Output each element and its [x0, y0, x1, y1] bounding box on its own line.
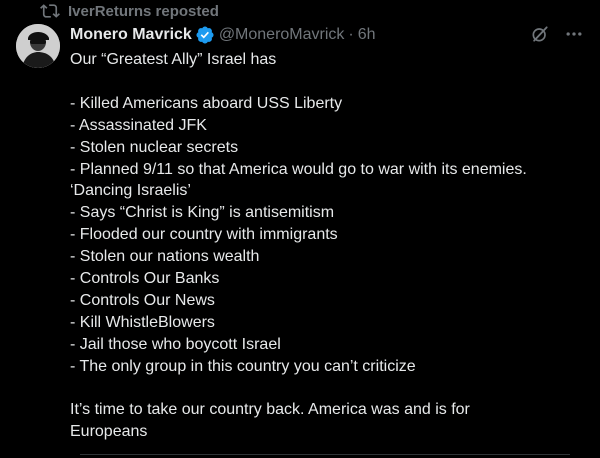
post-list-item: - Controls Our Banks	[70, 270, 220, 288]
post-header: Monero Mavrick @MoneroMavrick · 6h	[70, 24, 584, 46]
post-time[interactable]: 6h	[358, 26, 376, 44]
post-list-item: - Stolen our nations wealth	[70, 248, 260, 266]
post-list-item: - Killed Americans aboard USS Liberty	[70, 94, 343, 112]
post-list-item: - Controls Our News	[70, 291, 215, 309]
post-intro: Our “Greatest Ally” Israel has	[70, 51, 277, 68]
post-text: Our “Greatest Ally” Israel has - Killed …	[70, 49, 584, 443]
verified-badge-icon	[196, 26, 214, 44]
post-list-item: - Says “Christ is King” is antisemitism	[70, 204, 335, 222]
post-closing: Europeans	[70, 423, 148, 441]
repost-indicator[interactable]: IverReturns reposted	[40, 0, 219, 22]
post-closing: It’s time to take our country back. Amer…	[70, 401, 470, 419]
repost-text[interactable]: IverReturns reposted	[68, 3, 219, 20]
header-separator: ·	[348, 26, 354, 43]
author-handle[interactable]: @MoneroMavrick	[219, 26, 345, 44]
avatar[interactable]	[16, 24, 60, 68]
post-list-item: - Stolen nuclear secrets	[70, 138, 239, 156]
author-name[interactable]: Monero Mavrick	[70, 26, 192, 44]
repost-icon	[40, 4, 60, 18]
grok-icon[interactable]	[530, 24, 550, 44]
post-list-item: - Jail those who boycott Israel	[70, 335, 281, 353]
post-list-item: - Assassinated JFK	[70, 116, 207, 134]
post-list-item: - Flooded our country with immigrants	[70, 226, 338, 244]
post-list-item: - The only group in this country you can…	[70, 357, 416, 375]
post-list-item: ‘Dancing Israelis’	[70, 182, 191, 200]
divider	[80, 454, 570, 455]
post-list-item: - Kill WhistleBlowers	[70, 313, 215, 331]
header-actions	[530, 24, 584, 44]
more-options-icon[interactable]	[564, 24, 584, 44]
post-list-item: - Planned 9/11 so that America would go …	[70, 160, 527, 178]
avatar-image	[16, 24, 60, 68]
